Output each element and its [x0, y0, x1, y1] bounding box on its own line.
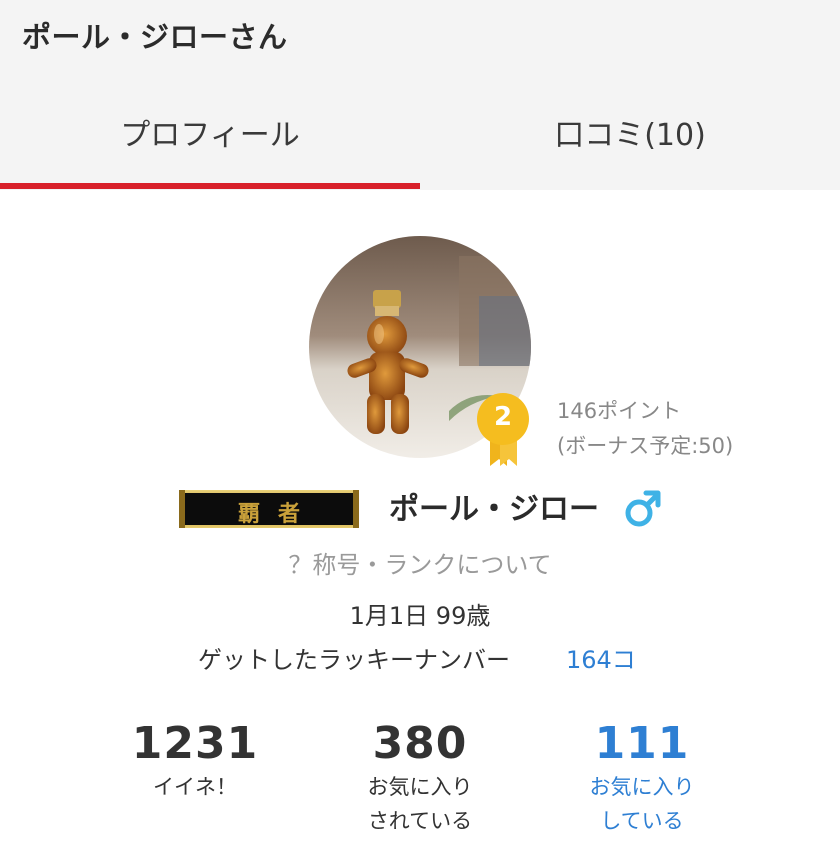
title-badge[interactable]: 覇者: [179, 490, 359, 528]
favorited-by-stat[interactable]: 380 お気に入り されている: [310, 718, 530, 838]
tab-reviews[interactable]: 口コミ(10): [420, 110, 840, 154]
favoriting-count: 111: [594, 718, 690, 769]
rank-badge: 2: [474, 392, 532, 468]
likes-label: イイネ！: [153, 775, 237, 799]
male-icon: [624, 488, 662, 528]
rank-help-link[interactable]: ？称号・ランクについて: [0, 545, 840, 580]
lucky-number-count[interactable]: 164コ: [566, 640, 636, 675]
top-bar: ポール・ジローさん プロフィール 口コミ(10): [0, 0, 840, 190]
birthday-age: 1月1日 99歳: [349, 602, 491, 630]
lucky-number-label: ゲットしたラッキーナンバー: [198, 646, 510, 674]
favoriting-stat[interactable]: 111 お気に入り している: [532, 718, 752, 838]
user-name: ポール・ジロー: [389, 492, 599, 527]
points-value: 146ポイント: [557, 399, 682, 423]
points-info: 146ポイント (ボーナス予定:50): [557, 394, 733, 464]
favoriting-label-line1: お気に入り: [589, 775, 695, 799]
favorited-by-label-line1: お気に入り: [367, 775, 473, 799]
favoriting-label-line2: している: [600, 809, 684, 833]
likes-count: 1231: [131, 718, 259, 769]
favorited-by-count: 380: [372, 718, 468, 769]
favorited-by-label-line2: されている: [367, 809, 473, 833]
page-title: ポール・ジローさん: [22, 20, 288, 54]
rank-number: 2: [493, 402, 513, 432]
bonus-value: (ボーナス予定:50): [557, 434, 734, 458]
tab-profile[interactable]: プロフィール: [0, 110, 420, 154]
title-badge-text: 覇者: [237, 501, 318, 527]
likes-stat[interactable]: 1231 イイネ！: [85, 718, 305, 804]
active-tab-indicator: [0, 183, 420, 189]
